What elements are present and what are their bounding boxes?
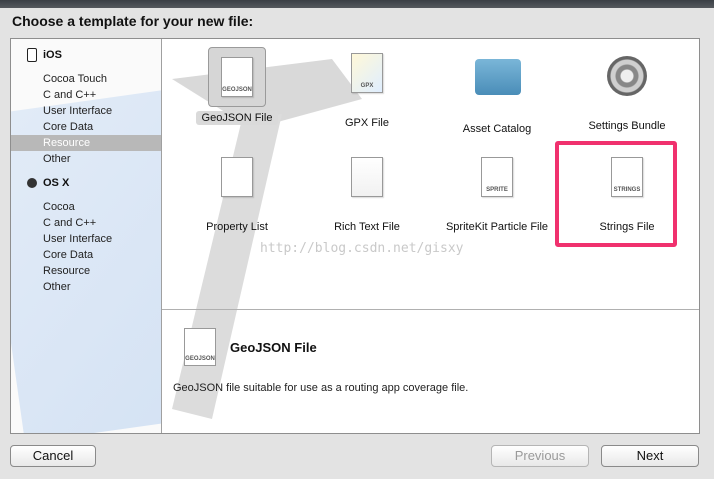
template-gpx-file[interactable]: GPX GPX File <box>307 53 427 129</box>
gpx-file-icon: GPX <box>351 53 383 93</box>
template-settings-bundle[interactable]: Settings Bundle <box>567 53 687 132</box>
dialog-title: Choose a template for your new file: <box>12 13 254 29</box>
template-label: Rich Text File <box>334 221 400 233</box>
rtf-file-icon <box>351 157 383 197</box>
sidebar-item-ios-other[interactable]: Other <box>11 151 161 167</box>
watermark-text: http://blog.csdn.net/gisxy <box>260 241 464 256</box>
sidebar-item-ios-user-interface[interactable]: User Interface <box>11 103 161 119</box>
sidebar-item-ios-cocoa-touch[interactable]: Cocoa Touch <box>11 71 161 87</box>
iphone-icon <box>27 48 37 62</box>
detail-description: GeoJSON file suitable for use as a routi… <box>173 382 469 394</box>
gear-icon <box>607 56 647 96</box>
template-spritekit-particle-file[interactable]: SPRITE SpriteKit Particle File <box>437 157 557 233</box>
template-property-list[interactable]: Property List <box>177 157 297 233</box>
sprite-file-icon: SPRITE <box>481 157 513 197</box>
sidebar-item-osx-user-interface[interactable]: User Interface <box>11 231 161 247</box>
geojson-file-icon: GEOJSON <box>221 57 253 97</box>
plist-file-icon <box>221 157 253 197</box>
detail-title: GeoJSON File <box>230 340 317 355</box>
sidebar-item-ios-c-and-cpp[interactable]: C and C++ <box>11 87 161 103</box>
sidebar-item-osx-c-and-cpp[interactable]: C and C++ <box>11 215 161 231</box>
sidebar-item-osx-cocoa[interactable]: Cocoa <box>11 199 161 215</box>
window-top-bar <box>0 0 714 8</box>
template-label: Asset Catalog <box>462 123 532 135</box>
previous-button[interactable]: Previous <box>491 445 589 467</box>
sidebar-item-ios-core-data[interactable]: Core Data <box>11 119 161 135</box>
next-button[interactable]: Next <box>601 445 699 467</box>
sidebar-item-osx-other[interactable]: Other <box>11 279 161 295</box>
folder-icon <box>475 59 521 95</box>
sidebar-group-osx: OS X <box>27 175 69 191</box>
template-geojson-file[interactable]: GEOJSON GeoJSON File <box>177 47 297 125</box>
template-category-sidebar: iOS Cocoa Touch C and C++ User Interface… <box>11 39 162 433</box>
strings-file-highlight-box <box>555 141 677 247</box>
template-rich-text-file[interactable]: Rich Text File <box>307 157 427 233</box>
template-label: Settings Bundle <box>588 120 666 132</box>
sidebar-item-osx-resource[interactable]: Resource <box>11 263 161 279</box>
sidebar-group-ios: iOS <box>27 47 62 63</box>
sidebar-item-ios-resource[interactable]: Resource <box>11 135 161 151</box>
template-detail-panel: GEOJSON GeoJSON File GeoJSON file suitab… <box>162 310 699 433</box>
template-asset-catalog[interactable]: Asset Catalog <box>437 53 557 135</box>
cancel-button[interactable]: Cancel <box>10 445 96 467</box>
apple-icon <box>27 178 37 188</box>
template-label: GeoJSON File <box>195 111 279 125</box>
template-label: Property List <box>206 221 268 233</box>
template-label: SpriteKit Particle File <box>445 221 549 233</box>
sidebar-item-osx-core-data[interactable]: Core Data <box>11 247 161 263</box>
template-label: GPX File <box>344 117 389 129</box>
geojson-file-icon: GEOJSON <box>184 328 216 366</box>
